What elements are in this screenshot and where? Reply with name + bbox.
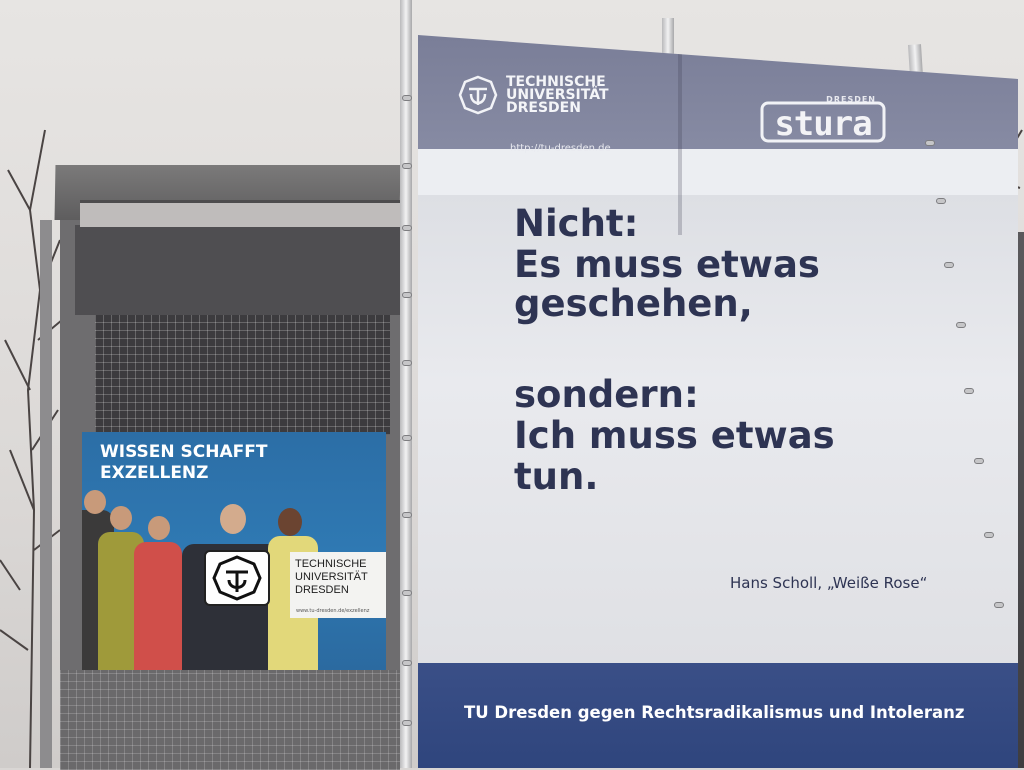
poster-url: www.tu-dresden.de/exzellenz bbox=[296, 608, 370, 614]
person-head bbox=[84, 490, 106, 514]
person-head bbox=[220, 504, 246, 534]
poster-logo-line-2: UNIVERSITÄT bbox=[295, 571, 368, 583]
quote-line-3: geschehen, bbox=[514, 282, 753, 325]
banner-ring bbox=[402, 163, 412, 169]
banner-ring bbox=[402, 225, 412, 231]
banner-ring bbox=[974, 458, 984, 464]
banner-ring bbox=[402, 435, 412, 441]
tu-dresden-emblem-icon bbox=[458, 75, 498, 115]
poster-logo-line-3: DRESDEN bbox=[295, 584, 349, 596]
quote-line-2: Es muss etwas bbox=[514, 243, 820, 286]
banner-ring bbox=[402, 95, 412, 101]
tud-name: TECHNISCHE UNIVERSITÄT DRESDEN bbox=[506, 75, 609, 116]
tud-logo: TECHNISCHE UNIVERSITÄT DRESDEN bbox=[458, 75, 609, 115]
banner-ring bbox=[964, 388, 974, 394]
banner-ring bbox=[994, 602, 1004, 608]
poster-logo-box: TECHNISCHE UNIVERSITÄT DRESDEN www.tu-dr… bbox=[290, 552, 386, 618]
flagpole-left bbox=[400, 0, 412, 768]
tud-url: http://tu-dresden.de bbox=[510, 143, 611, 154]
quote-line-5: Ich muss etwas bbox=[514, 414, 835, 457]
quote-line-6: tun. bbox=[514, 455, 599, 498]
quote-line-1: Nicht: bbox=[514, 202, 639, 245]
facade-grille-lower bbox=[60, 670, 400, 770]
person-head bbox=[278, 508, 302, 536]
quote-attribution: Hans Scholl, „Weiße Rose“ bbox=[730, 574, 928, 592]
banner-seam bbox=[678, 35, 682, 235]
banner-header-band bbox=[418, 149, 1018, 199]
poster-logo-line-1: TECHNISCHE bbox=[295, 558, 367, 570]
quote-line-4: sondern: bbox=[514, 373, 699, 416]
stura-logo: DRESDEN stura bbox=[760, 91, 886, 145]
tu-dresden-emblem-sign bbox=[204, 550, 270, 606]
building-column bbox=[40, 220, 52, 768]
banner-ring bbox=[402, 590, 412, 596]
exzellenz-poster: WISSEN SCHAFFT EXZELLENZ TECHNISCHE UNIV… bbox=[82, 432, 386, 670]
person-head bbox=[148, 516, 170, 540]
banner-ring bbox=[956, 322, 966, 328]
facade-grille bbox=[95, 315, 390, 435]
banner-ring bbox=[402, 512, 412, 518]
tud-name-line-3: DRESDEN bbox=[506, 99, 581, 116]
banner-footer-text: TU Dresden gegen Rechtsradikalismus und … bbox=[464, 703, 965, 722]
poster-title: WISSEN SCHAFFT EXZELLENZ bbox=[100, 442, 268, 483]
person-head bbox=[110, 506, 132, 530]
banner-ring bbox=[936, 198, 946, 204]
roof-soffit bbox=[80, 200, 400, 227]
banner-ring bbox=[925, 140, 935, 146]
building-overhang bbox=[75, 225, 400, 315]
banner-ring bbox=[402, 360, 412, 366]
person bbox=[134, 542, 182, 670]
banner-ring bbox=[402, 660, 412, 666]
stura-wordmark: stura bbox=[774, 104, 872, 144]
banner-ring bbox=[944, 262, 954, 268]
banner-ring bbox=[402, 720, 412, 726]
banner-ring bbox=[984, 532, 994, 538]
banner-ring bbox=[402, 292, 412, 298]
